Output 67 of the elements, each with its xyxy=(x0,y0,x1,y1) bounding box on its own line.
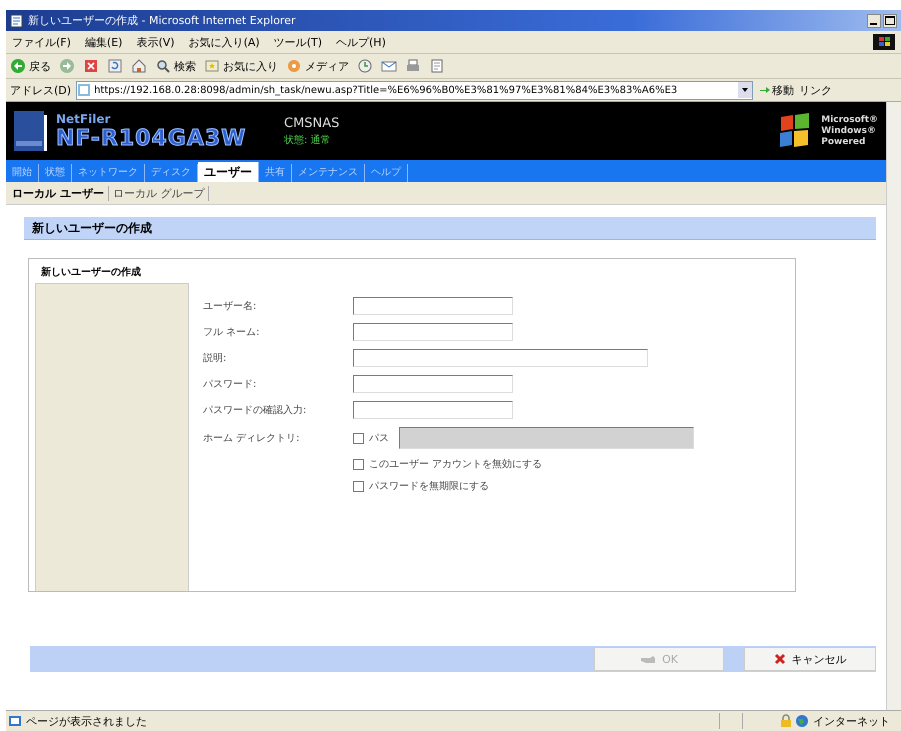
maximize-icon[interactable] xyxy=(883,14,897,28)
address-field[interactable]: https://192.168.0.28:8098/admin/sh_task/newu.asp?Title=%E6%96%B0%E3%81%97%E3%81%84%E3%83%A6%E3 xyxy=(76,80,754,100)
search-icon xyxy=(155,58,171,74)
printer-icon[interactable] xyxy=(405,58,421,74)
go-button[interactable]: 移動 xyxy=(758,82,794,98)
input-field[interactable] xyxy=(353,297,513,315)
toolbar-button[interactable]: 戻る xyxy=(10,58,51,74)
menu-item[interactable]: ツール(T) xyxy=(274,34,322,50)
field-label: フル ネーム: xyxy=(203,326,261,339)
input-field[interactable] xyxy=(353,375,513,393)
field-label: ホーム ディレクトリ: xyxy=(203,432,301,445)
checkbox-label: パス xyxy=(369,432,389,445)
pointing-hand-icon xyxy=(640,653,656,665)
menu-item[interactable]: 表示(V) xyxy=(136,34,175,50)
menu-item[interactable]: お気に入り(A) xyxy=(188,34,260,50)
server-name: CMSNAS xyxy=(284,116,340,130)
window-title: 新しいユーザーの作成 - Microsoft Internet Explorer xyxy=(28,13,296,28)
checkbox[interactable] xyxy=(353,432,364,444)
toolbar-button[interactable]: お気に入り xyxy=(204,58,278,74)
cross-icon xyxy=(774,653,786,665)
page-icon xyxy=(77,83,92,97)
input-field[interactable] xyxy=(353,349,648,367)
sub-tab[interactable]: ローカル グループ xyxy=(108,186,210,200)
checkbox[interactable] xyxy=(353,480,364,492)
model-name: NF-R104GA3W xyxy=(56,126,246,150)
menu-item[interactable]: 編集(E) xyxy=(84,34,122,50)
brand-name: NetFiler xyxy=(56,112,112,126)
nav-tab[interactable]: ユーザー xyxy=(198,162,259,182)
checkbox[interactable] xyxy=(353,458,364,470)
disc-icon xyxy=(286,58,302,74)
checkbox-label: パスワードを無期限にする xyxy=(369,480,489,493)
address-label: アドレス(D) xyxy=(10,82,72,98)
field-label: パスワード: xyxy=(203,378,258,391)
checkbox-label: このユーザー アカウントを無効にする xyxy=(369,458,542,471)
field-label: 説明: xyxy=(203,352,228,365)
stop-icon[interactable] xyxy=(83,58,99,74)
clock-icon[interactable] xyxy=(357,58,373,74)
lock-icon xyxy=(779,714,793,728)
refresh-icon[interactable] xyxy=(107,58,123,74)
page-icon xyxy=(10,14,24,28)
links-label[interactable]: リンク xyxy=(799,82,832,98)
server-status: 状態: 通常 xyxy=(284,134,332,146)
toolbar-button[interactable]: 検索 xyxy=(155,58,196,74)
status-message: ページが表示されました xyxy=(26,714,147,728)
field-label: ユーザー名: xyxy=(203,300,258,313)
zone-label: インターネット xyxy=(813,714,890,728)
minimize-icon[interactable] xyxy=(867,14,881,28)
scrollbar[interactable] xyxy=(886,102,901,710)
windows-powered-label: Microsoft® Windows® Powered xyxy=(821,114,878,148)
star-folder-icon xyxy=(204,58,220,74)
globe-icon xyxy=(795,714,809,728)
menu-item[interactable]: ヘルプ(H) xyxy=(336,34,386,50)
input-field[interactable] xyxy=(353,401,513,419)
panel-label: 新しいユーザーの作成 xyxy=(40,265,142,280)
menu-item[interactable]: ファイル(F) xyxy=(12,34,71,50)
sub-tab[interactable]: ローカル ユーザー xyxy=(8,186,108,200)
home-icon[interactable] xyxy=(131,58,147,74)
windows-flag-icon xyxy=(873,34,895,50)
page-title: 新しいユーザーの作成 xyxy=(24,217,876,240)
arrow-icon xyxy=(758,84,770,96)
page-icon xyxy=(8,715,22,727)
toolbar-button[interactable]: メディア xyxy=(286,58,349,74)
input-field[interactable] xyxy=(353,323,513,341)
field-label: パスワードの確認入力: xyxy=(203,404,308,417)
company-logo-icon xyxy=(14,111,50,151)
cancel-button[interactable]: キャンセル xyxy=(744,647,876,671)
document-icon[interactable] xyxy=(429,58,445,74)
